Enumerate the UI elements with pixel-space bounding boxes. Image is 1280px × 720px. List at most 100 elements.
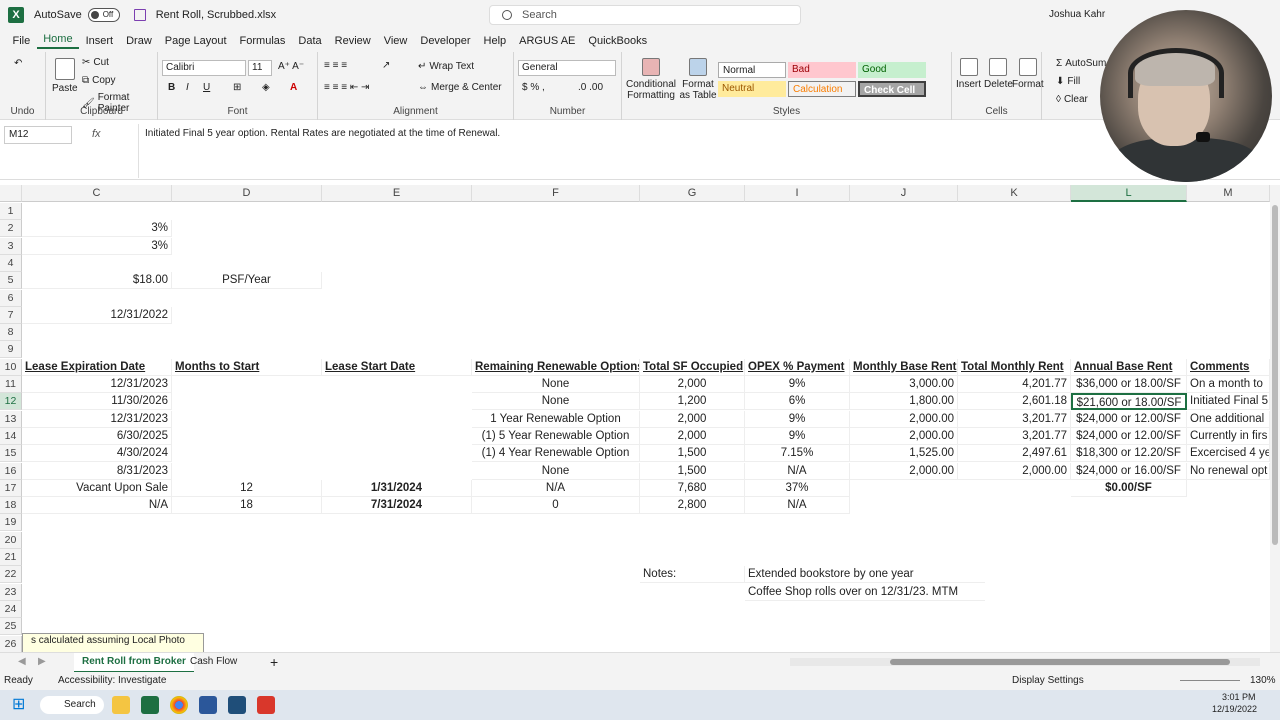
number-format-select[interactable]: General: [518, 60, 616, 76]
chrome-icon[interactable]: [170, 696, 188, 714]
row-header-5[interactable]: 5: [0, 272, 22, 290]
tab-page-layout[interactable]: Page Layout: [158, 35, 233, 47]
cell-c7[interactable]: 12/31/2022: [22, 306, 172, 324]
row-header-13[interactable]: 13: [0, 410, 22, 428]
cell-j13[interactable]: 2,000.00: [850, 410, 958, 428]
cell-f17[interactable]: N/A: [472, 479, 640, 497]
sheet-tab-cash-flow[interactable]: Cash Flow: [182, 653, 245, 673]
cell-j10[interactable]: Monthly Base Rent: [850, 358, 958, 376]
row-header-18[interactable]: 18: [0, 497, 22, 515]
decimal-icon[interactable]: .0 .00: [578, 82, 603, 93]
file-explorer-icon[interactable]: [112, 696, 130, 714]
undo-icon[interactable]: ↶: [14, 58, 22, 69]
cell-f15[interactable]: (1) 4 Year Renewable Option: [472, 445, 640, 463]
cell-f11[interactable]: None: [472, 376, 640, 393]
cell-l12[interactable]: $21,600 or 18.00/SF: [1071, 393, 1187, 411]
column-header-i[interactable]: I: [745, 185, 850, 202]
column-header-e[interactable]: E: [322, 185, 472, 202]
column-header-l[interactable]: L: [1071, 185, 1187, 202]
grow-font-icon[interactable]: A⁺ A⁻: [278, 61, 304, 72]
top-align-icon[interactable]: ≡ ≡ ≡: [324, 60, 347, 71]
row-header-12[interactable]: 12: [0, 393, 22, 411]
tab-argus[interactable]: ARGUS AE: [513, 35, 582, 47]
paste-button[interactable]: Paste: [52, 58, 78, 94]
cell-l10[interactable]: Annual Base Rent: [1071, 358, 1187, 376]
row-header-25[interactable]: 25: [0, 618, 22, 636]
cell-g14[interactable]: 2,000: [640, 427, 745, 445]
font-size-select[interactable]: 11: [248, 60, 272, 76]
cell-i15[interactable]: 7.15%: [745, 445, 850, 463]
column-header-d[interactable]: D: [172, 185, 322, 202]
cell-j11[interactable]: 3,000.00: [850, 376, 958, 393]
row-header-23[interactable]: 23: [0, 583, 22, 601]
row-header-14[interactable]: 14: [0, 427, 22, 445]
cell-i22[interactable]: Extended bookstore by one year: [745, 566, 985, 584]
cell-f16[interactable]: None: [472, 462, 640, 480]
cell-k14[interactable]: 3,201.77: [958, 427, 1071, 445]
cell-e18[interactable]: 7/31/2024: [322, 497, 472, 515]
font-name-select[interactable]: Calibri: [162, 60, 246, 76]
column-header-c[interactable]: C: [22, 185, 172, 202]
cell-l14[interactable]: $24,000 or 12.00/SF: [1071, 427, 1187, 445]
name-box[interactable]: M12: [4, 126, 72, 144]
cell-g15[interactable]: 1,500: [640, 445, 745, 463]
search-box[interactable]: Search: [489, 5, 801, 25]
cell-c18[interactable]: N/A: [22, 497, 172, 515]
cell-m13[interactable]: One additional: [1187, 410, 1270, 428]
row-header-6[interactable]: 6: [0, 289, 22, 307]
cell-i23[interactable]: Coffee Shop rolls over on 12/31/23. MTM: [745, 584, 985, 601]
tab-developer[interactable]: Developer: [414, 35, 477, 47]
next-sheet-icon[interactable]: ▶: [30, 653, 54, 673]
column-header-f[interactable]: F: [472, 185, 640, 202]
column-header-k[interactable]: K: [958, 185, 1071, 202]
cell-c3[interactable]: 3%: [22, 237, 172, 255]
cell-m10[interactable]: Comments: [1187, 358, 1270, 376]
tab-data[interactable]: Data: [292, 35, 328, 47]
tab-quickbooks[interactable]: QuickBooks: [582, 35, 654, 47]
user-name[interactable]: Joshua Kahr: [1049, 9, 1105, 20]
font-color-icon[interactable]: A: [290, 82, 297, 93]
cell-c16[interactable]: 8/31/2023: [22, 462, 172, 480]
fill-button[interactable]: ⬇ Fill: [1056, 76, 1080, 87]
row-header-26[interactable]: 26: [0, 635, 22, 652]
cell-f12[interactable]: None: [472, 393, 640, 411]
cut-button[interactable]: ✂ Cut: [82, 57, 109, 68]
windows-start-icon[interactable]: ⊞: [12, 696, 30, 714]
delete-cells-button[interactable]: Delete: [984, 58, 1013, 90]
cell-m14[interactable]: Currently in firs: [1187, 427, 1270, 445]
row-header-20[interactable]: 20: [0, 531, 22, 549]
fill-color-icon[interactable]: ◈: [262, 82, 270, 93]
row-header-15[interactable]: 15: [0, 445, 22, 463]
zoom-level[interactable]: 130%: [1250, 672, 1276, 690]
function-icon[interactable]: fx: [92, 128, 101, 140]
cell-e17[interactable]: 1/31/2024: [322, 479, 472, 497]
cell-f13[interactable]: 1 Year Renewable Option: [472, 410, 640, 428]
cell-c15[interactable]: 4/30/2024: [22, 445, 172, 463]
merge-center-button[interactable]: ⇔ Merge & Center: [418, 82, 502, 93]
tab-draw[interactable]: Draw: [120, 35, 159, 47]
sheet-tab-rent-roll[interactable]: Rent Roll from Broker: [74, 653, 194, 673]
save-icon[interactable]: [133, 9, 146, 21]
autosave-toggle[interactable]: Off: [87, 8, 120, 22]
excel-taskbar-icon[interactable]: [141, 696, 159, 714]
cell-f14[interactable]: (1) 5 Year Renewable Option: [472, 427, 640, 445]
tab-formulas[interactable]: Formulas: [233, 35, 292, 47]
cell-g10[interactable]: Total SF Occupied: [640, 358, 745, 376]
cell-m11[interactable]: On a month to: [1187, 376, 1270, 393]
style-normal[interactable]: Normal: [718, 62, 786, 78]
column-header-g[interactable]: G: [640, 185, 745, 202]
spreadsheet-grid[interactable]: C D E F G I J K L M 1 2 3 4 5 6 7 8 9 10 11 12 13 14 1…: [0, 185, 1270, 652]
row-header-16[interactable]: 16: [0, 462, 22, 480]
style-good[interactable]: Good: [858, 62, 926, 78]
style-calculation[interactable]: Calculation: [788, 81, 856, 97]
cell-g22[interactable]: Notes:: [640, 566, 745, 584]
style-bad[interactable]: Bad: [788, 62, 856, 78]
cell-g11[interactable]: 2,000: [640, 376, 745, 393]
cell-j15[interactable]: 1,525.00: [850, 445, 958, 463]
row-header-2[interactable]: 2: [0, 220, 22, 238]
clear-button[interactable]: ◊ Clear: [1056, 94, 1088, 105]
row-header-7[interactable]: 7: [0, 306, 22, 324]
recorder-icon[interactable]: [257, 696, 275, 714]
accessibility-status[interactable]: Accessibility: Investigate: [58, 672, 166, 690]
cell-k12[interactable]: 2,601.18: [958, 393, 1071, 411]
